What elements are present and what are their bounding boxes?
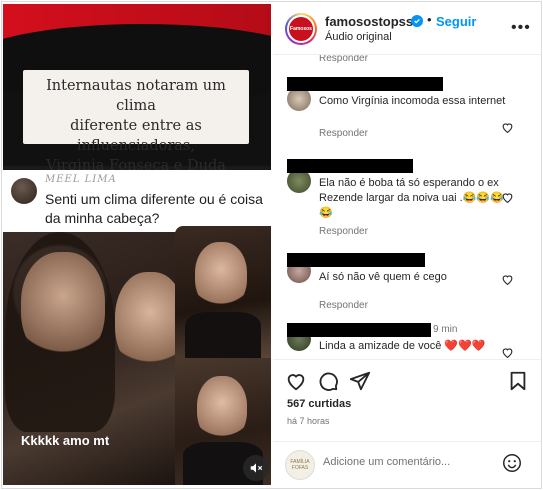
avatar[interactable]: Famosos (285, 13, 317, 45)
comments-list[interactable]: Responder Como Virgínia incomoda essa in… (273, 55, 541, 359)
tweet-handle: MEEL LIMA (45, 174, 117, 185)
headline-line: diferente entre as influenciadoras, (70, 118, 202, 154)
reply-link[interactable]: Responder (319, 55, 368, 64)
audio-link[interactable]: Áudio original (325, 31, 392, 43)
share-paper-plane-icon[interactable] (349, 370, 371, 392)
heart-icon[interactable] (501, 346, 514, 359)
save-bookmark-icon[interactable] (507, 370, 529, 392)
redacted-username (287, 159, 413, 173)
more-options-icon[interactable]: ••• (511, 19, 531, 37)
comment-text: Ela não é boba tá só esperando o ex Reze… (319, 177, 504, 219)
redacted-username (287, 323, 431, 337)
comment-text: Aí só não vê quem é cego (319, 271, 447, 283)
post-header: Famosos famosostopsss • Seguir Áudio ori… (273, 1, 541, 55)
embedded-tweet: MEEL LIMA Senti um clima diferente ou é … (3, 170, 271, 232)
side-photo-top (175, 226, 271, 358)
avatar: FAMÍLIA FOFAS (285, 450, 315, 480)
video-caption: Kkkkk amo mt (21, 433, 110, 448)
comment-bubble-icon[interactable] (317, 370, 339, 392)
heart-icon[interactable] (501, 121, 514, 134)
separator-dot: • (427, 12, 432, 27)
emoji-icon[interactable] (501, 452, 523, 474)
follow-button[interactable]: Seguir (436, 14, 476, 29)
headline-line: Internautas notaram um clima (46, 78, 226, 114)
tweet-text: Senti um clima diferente ou é coisa da m… (45, 191, 263, 226)
redacted-username (287, 77, 443, 91)
comment-item: Como Virgínia incomoda essa internet Res… (273, 73, 535, 143)
like-heart-icon[interactable] (285, 370, 307, 392)
post-panel: Famosos famosostopsss • Seguir Áudio ori… (273, 1, 541, 488)
redacted-username (287, 253, 425, 267)
main-photo: Kkkkk amo mt (3, 232, 175, 485)
tweet-avatar (11, 178, 37, 204)
reply-link[interactable]: Responder (319, 128, 368, 139)
heart-icon[interactable] (501, 191, 514, 204)
media-headline-section: Internautas notaram um clima diferente e… (3, 4, 271, 194)
comment-input[interactable] (323, 456, 493, 468)
username-link[interactable]: famosostopsss (325, 14, 420, 29)
add-comment-bar: FAMÍLIA FOFAS (273, 441, 541, 488)
mute-button[interactable] (243, 455, 269, 481)
post-media[interactable]: Internautas notaram um clima diferente e… (3, 4, 271, 485)
likes-count[interactable]: 567 curtidas (287, 398, 351, 410)
comment-item: 9 min Linda a amizade de você ❤️❤️❤️ (273, 321, 535, 359)
headline-box: Internautas notaram um clima diferente e… (23, 70, 249, 194)
comment-item: Ela não é boba tá só esperando o ex Reze… (273, 159, 535, 239)
comment-text: Como Virgínia incomoda essa internet (319, 95, 506, 107)
comment-item: Aí só não vê quem é cego Responder (273, 253, 535, 313)
comment-text: Linda a amizade de você ❤️❤️❤️ (319, 340, 486, 352)
verified-badge-icon (411, 15, 423, 27)
reply-link[interactable]: Responder (319, 300, 368, 311)
post-actions: 567 curtidas há 7 horas (273, 359, 541, 441)
post-timestamp[interactable]: há 7 horas (287, 416, 330, 426)
comment-time: 9 min (433, 324, 458, 335)
reply-link[interactable]: Responder (319, 226, 368, 237)
heart-icon[interactable] (501, 273, 514, 286)
speaker-muted-icon (250, 463, 263, 473)
